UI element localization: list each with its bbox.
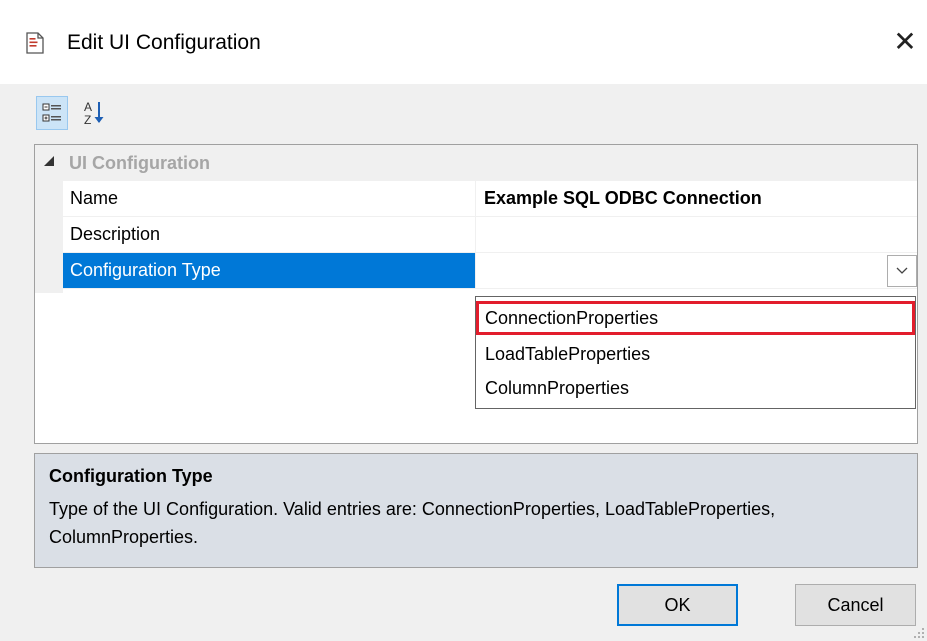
help-title: Configuration Type — [49, 466, 213, 486]
property-name[interactable]: Name — [63, 181, 476, 217]
option-connection-properties[interactable]: ConnectionProperties — [476, 301, 915, 335]
property-row-description[interactable]: Description — [63, 217, 917, 253]
property-row-configuration-type[interactable]: Configuration Type — [63, 253, 917, 289]
configuration-type-dropdown-list: ConnectionProperties LoadTableProperties… — [475, 296, 916, 409]
cancel-button[interactable]: Cancel — [795, 584, 916, 626]
categorized-view-button[interactable] — [36, 96, 68, 130]
categorized-view-icon — [42, 103, 61, 122]
title-bar: Edit UI Configuration ✕ — [0, 0, 927, 84]
property-name[interactable]: Description — [63, 217, 476, 253]
chevron-down-icon — [896, 267, 908, 274]
resize-grip-icon[interactable] — [914, 628, 924, 638]
alphabetical-sort-button[interactable]: A Z — [80, 96, 112, 130]
property-value[interactable] — [476, 217, 917, 253]
category-label: UI Configuration — [69, 153, 210, 173]
property-name[interactable]: Configuration Type — [63, 253, 476, 289]
property-value[interactable]: Example SQL ODBC Connection — [476, 181, 917, 217]
dialog-title: Edit UI Configuration — [67, 31, 261, 54]
help-panel: Configuration Type Type of the UI Config… — [34, 453, 918, 568]
svg-text:A: A — [84, 100, 92, 114]
svg-text:Z: Z — [84, 113, 91, 127]
property-row-name[interactable]: Name Example SQL ODBC Connection — [63, 181, 917, 217]
grid-gutter — [35, 181, 63, 293]
collapse-triangle-icon[interactable] — [44, 156, 54, 166]
category-row[interactable]: UI Configuration — [35, 145, 917, 181]
dropdown-button[interactable] — [887, 255, 917, 287]
option-load-table-properties[interactable]: LoadTableProperties — [476, 337, 915, 371]
configuration-type-combobox[interactable] — [476, 253, 917, 289]
ok-button[interactable]: OK — [617, 584, 738, 626]
document-icon — [25, 32, 45, 54]
close-icon[interactable]: ✕ — [890, 28, 920, 58]
edit-ui-configuration-dialog: Edit UI Configuration ✕ A Z UI Configura… — [0, 0, 927, 641]
sort-alphabetical-icon: A Z — [84, 100, 104, 127]
help-description: Type of the UI Configuration. Valid entr… — [49, 499, 776, 547]
option-column-properties[interactable]: ColumnProperties — [476, 371, 915, 405]
